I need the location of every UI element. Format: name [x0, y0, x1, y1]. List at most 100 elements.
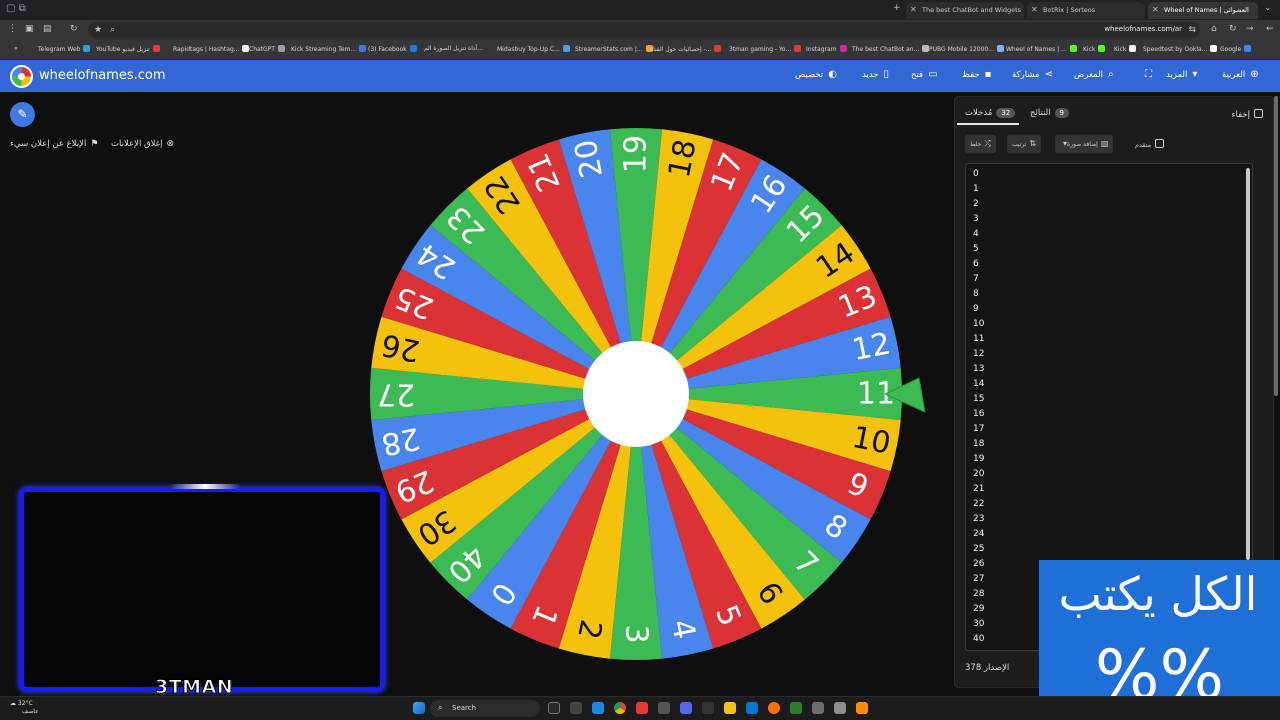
weather-condition: عاصف [22, 708, 39, 715]
entry-line: 14 [973, 379, 985, 389]
bookmark-item[interactable]: Kick [1114, 45, 1137, 53]
sort-button[interactable]: ترتيب ⇅ [1007, 135, 1042, 153]
entry-line: 29 [973, 604, 985, 614]
bookmark-item[interactable]: StreamerStats.com |... [575, 45, 653, 53]
language-menu[interactable]: العربية ⊕ [1222, 69, 1259, 80]
bookmark-item[interactable]: Kick Streaming Tem... [291, 45, 367, 53]
bookmark-item[interactable]: Speedtest by Ookla... [1143, 45, 1218, 53]
window-menu-icon[interactable]: ▢ ⧉ [6, 3, 26, 14]
entry-line: 1 [973, 184, 979, 194]
more-menu[interactable]: المزيد ▾ [1166, 69, 1197, 80]
app-icon[interactable] [834, 702, 846, 714]
new-button[interactable]: جديد ▯ [862, 69, 889, 80]
windows-start-icon[interactable] [413, 702, 425, 714]
bookmark-item[interactable]: إحصائيات حول القناة -... [650, 45, 722, 53]
bookmark-item[interactable]: 3tman gaming - Yo... [729, 45, 802, 53]
bookmark-item[interactable]: Kick [1083, 45, 1106, 53]
tab-entries[interactable]: مُدخلات 32 [965, 108, 1016, 118]
extension-icon[interactable]: ▤ [43, 24, 52, 34]
app-icon[interactable] [702, 702, 714, 714]
firefox-icon[interactable] [768, 702, 780, 714]
entry-line: 17 [973, 424, 985, 434]
entry-line: 22 [973, 499, 985, 509]
refresh-icon[interactable]: ↻ [1229, 24, 1237, 34]
app-icon[interactable] [790, 702, 802, 714]
brand-title[interactable]: wheelofnames.com [39, 68, 166, 83]
chrome-icon[interactable] [614, 702, 626, 714]
edit-button[interactable]: ✎ [10, 102, 35, 127]
bookmark-item[interactable]: The best ChatBot an... [852, 45, 930, 53]
bookmark-item[interactable]: أداة تنزيل الصورة الم... [424, 45, 483, 52]
back-icon[interactable]: ← [1266, 24, 1274, 34]
bookmark-item[interactable]: PUBG Mobile 12000... [929, 45, 1004, 53]
extension-icon[interactable]: ▣ [25, 24, 34, 34]
close-icon[interactable]: ✕ [1152, 5, 1159, 14]
bookmark-item[interactable]: (3) Facebook [368, 45, 417, 53]
menu-dots-icon[interactable]: ⋮ [8, 24, 17, 34]
app-icon[interactable] [812, 702, 824, 714]
chatgpt-icon [277, 45, 285, 52]
app-icon[interactable] [548, 702, 560, 714]
tab-search-icon[interactable]: ⌄ [1264, 3, 1272, 13]
share-button[interactable]: مشاركة ⋖ [1012, 69, 1053, 80]
speedtest-icon [1129, 45, 1137, 52]
open-button[interactable]: فتح ▭ [911, 69, 938, 80]
add-image-button[interactable]: ▾إضافة صورة ▨ [1055, 135, 1114, 153]
customize-button[interactable]: تخصيص ◐ [795, 69, 837, 80]
bookmark-item[interactable]: Instagram [806, 45, 847, 53]
wheel-of-names[interactable]: 111098765432104030292827262524232221 20 19… [368, 126, 904, 662]
wheel-segment-label: 26 [378, 326, 422, 368]
app-icon[interactable] [658, 702, 670, 714]
tab-results[interactable]: النتائج 9 [1030, 108, 1069, 118]
scrollbar[interactable] [1246, 168, 1250, 560]
entry-line: 7 [973, 274, 979, 284]
close-icon[interactable]: ✕ [1031, 5, 1038, 14]
vlc-icon[interactable] [856, 702, 868, 714]
hide-panel-checkbox[interactable]: إخفاء [1231, 109, 1263, 120]
gallery-button[interactable]: المعرض ⌕ [1074, 69, 1114, 80]
report-ad-link[interactable]: الإبلاغ عن إعلان سيء ⚑ [10, 139, 98, 149]
wheel-logo-icon[interactable] [10, 65, 33, 88]
bookmark-item[interactable]: Rapidtags | Hashtag... [173, 45, 250, 53]
bookmark-item[interactable]: YouTube تنزيل فيديو [96, 45, 160, 53]
advanced-checkbox[interactable]: متقدم [1135, 139, 1165, 149]
new-tab-icon[interactable]: + [893, 3, 901, 13]
bookmark-item[interactable]: Telegram Web [38, 45, 91, 53]
weather-widget[interactable]: ☁ 32°C عاصف [10, 700, 39, 716]
close-icon[interactable]: ✕ [910, 5, 917, 14]
youtube-icon [152, 45, 160, 52]
active-tab-indicator [957, 123, 1019, 125]
bookmark-item[interactable]: ChatGPT [249, 45, 285, 53]
omnibox[interactable]: ★ ⌕ wheelofnames.com/ar ⇆ [88, 22, 1200, 38]
zoom-icon[interactable]: ⌕ [110, 25, 115, 35]
app-icon[interactable] [570, 702, 582, 714]
url-text[interactable]: wheelofnames.com/ar [1104, 25, 1182, 33]
bookmark-item[interactable]: Midasbuy Top-Up C... [497, 45, 570, 53]
entry-line: 3 [973, 214, 979, 224]
taskbar-search[interactable]: ⌕ Search [430, 700, 540, 717]
wheel-center-button[interactable] [583, 341, 689, 447]
page-scrollbar[interactable] [1274, 96, 1278, 396]
browser-tab[interactable]: ✕ The best ChatBot and Widgets [906, 2, 1024, 19]
site-settings-icon[interactable]: ⇆ [1188, 25, 1196, 35]
bookmarks-overflow-icon[interactable]: « [14, 45, 18, 52]
app-icon[interactable] [746, 702, 758, 714]
shuffle-button[interactable]: خلط ⤮ [965, 135, 996, 153]
discord-icon[interactable] [680, 702, 692, 714]
browser-tab[interactable]: ✕ BotRix | Sorteos [1027, 2, 1145, 19]
app-icon[interactable] [592, 702, 604, 714]
entry-line: 9 [973, 304, 979, 314]
save-button[interactable]: حفظ ▪ [962, 69, 991, 80]
reload-icon[interactable]: ↻ [70, 24, 78, 34]
streamer-name: 3TMAN [154, 676, 234, 699]
browser-tab-active[interactable]: ✕ Wheel of Names | العشوائي [1148, 2, 1258, 19]
close-ads-link[interactable]: إغلاق الإعلانات ⊗ [111, 139, 174, 149]
bookmark-item[interactable]: Google [1220, 45, 1252, 53]
bookmark-star-icon[interactable]: ★ [94, 25, 102, 35]
bookmark-item[interactable]: Wheel of Names | ... [1006, 45, 1077, 53]
home-icon[interactable]: ⌂ [1211, 24, 1217, 34]
folder-icon[interactable] [724, 702, 736, 714]
app-icon[interactable] [636, 702, 648, 714]
forward-icon[interactable]: → [1246, 24, 1254, 34]
fullscreen-button[interactable]: ⛶ [1140, 69, 1152, 80]
